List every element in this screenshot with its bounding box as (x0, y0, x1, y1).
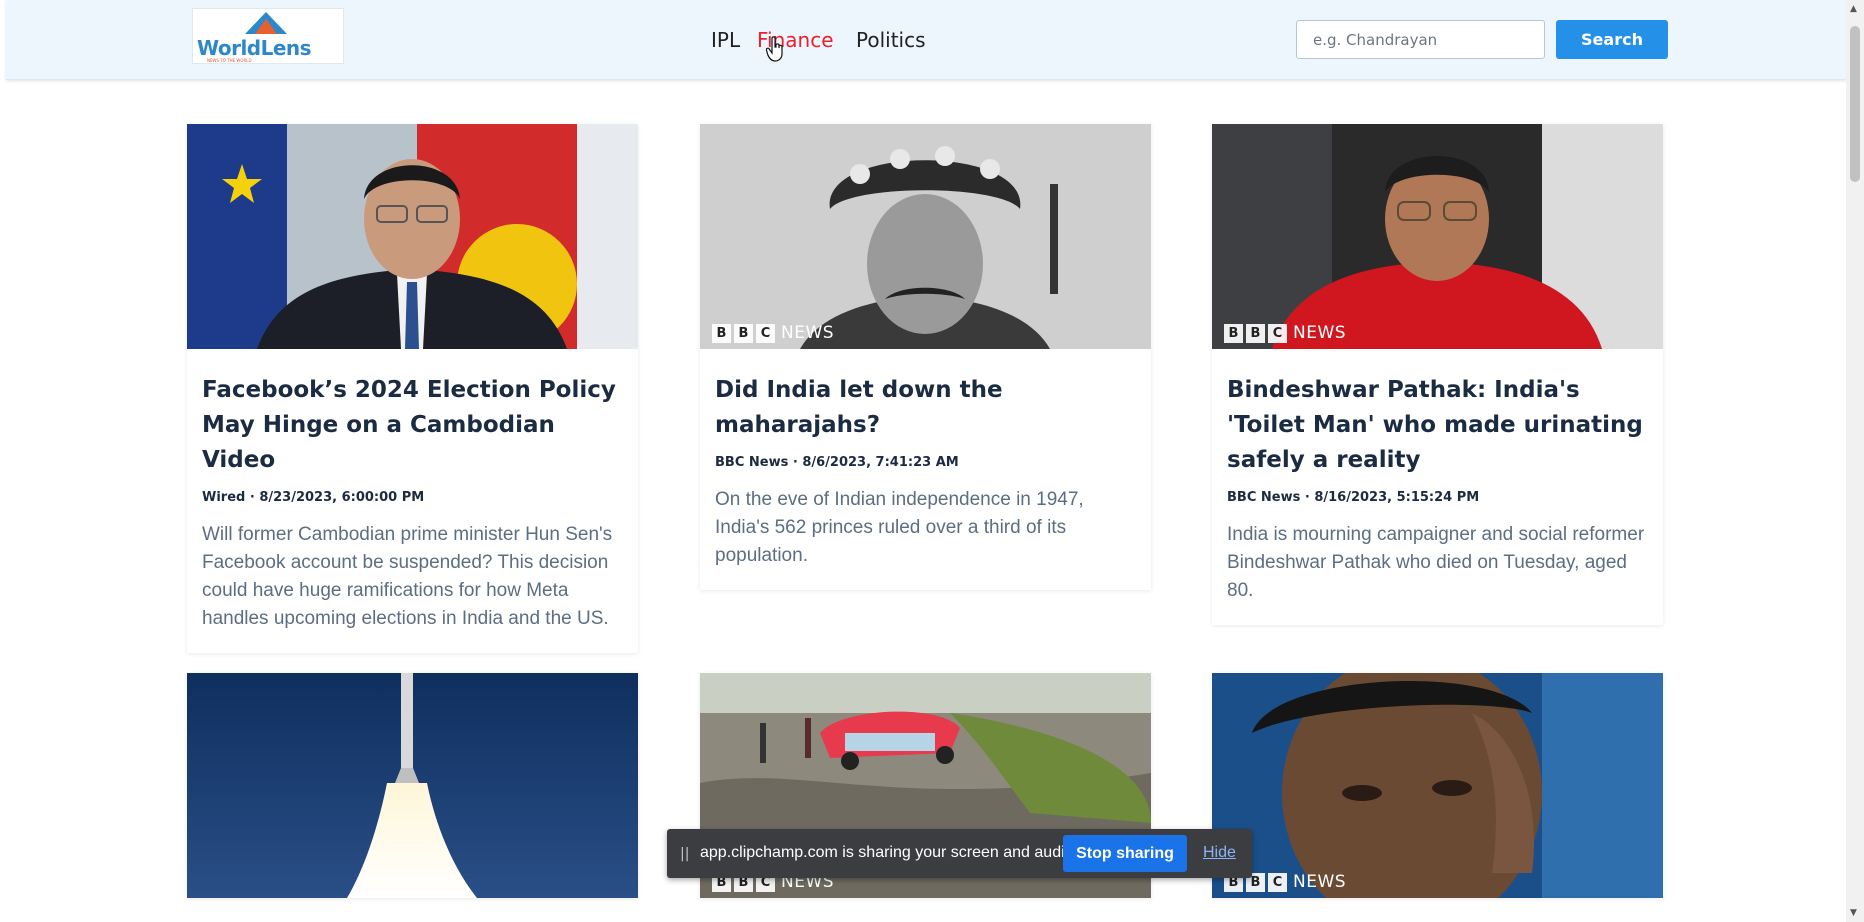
scrollbar[interactable]: ▲ ▼ (1846, 0, 1864, 922)
article-card[interactable]: B B C NEWS Bindeshwar Pathak: India's 'T… (1212, 124, 1663, 625)
scroll-thumb[interactable] (1850, 26, 1860, 182)
navbar: WorldLens NEWS TO THE WORLD IPL Finance … (6, 0, 1846, 80)
drag-handle-icon[interactable]: || (680, 846, 689, 862)
nav-politics[interactable]: Politics (856, 28, 926, 52)
article-card[interactable]: Facebook’s 2024 Election Policy May Hing… (187, 124, 638, 653)
stop-sharing-button[interactable]: Stop sharing (1063, 835, 1187, 872)
article-description: Will former Cambodian prime minister Hun… (202, 524, 613, 629)
article-image[interactable]: B B C NEWS (1212, 124, 1663, 349)
article-image[interactable]: B B C NEWS (700, 124, 1151, 349)
logo[interactable]: WorldLens NEWS TO THE WORLD (192, 8, 344, 64)
nav-ipl[interactable]: IPL (711, 28, 740, 52)
share-message: app.clipchamp.com is sharing your screen… (700, 844, 1078, 861)
search-button[interactable]: Search (1556, 20, 1668, 59)
scroll-down-icon[interactable]: ▼ (1850, 908, 1857, 918)
article-card[interactable]: B B C NEWS Did India let down the mahara… (700, 124, 1151, 590)
article-meta: BBC News · 8/16/2023, 5:15:24 PM (1227, 490, 1480, 505)
article-description: On the eve of Indian independence in 194… (715, 489, 1084, 566)
scroll-up-icon[interactable]: ▲ (1850, 4, 1857, 14)
article-image[interactable]: B B C NEWS (1212, 673, 1663, 898)
bbc-news-logo: B B C NEWS (712, 323, 834, 343)
article-card[interactable] (187, 673, 638, 898)
article-description: India is mourning campaigner and social … (1227, 524, 1645, 601)
article-image[interactable] (187, 673, 638, 898)
article-meta: BBC News · 8/6/2023, 7:41:23 AM (715, 455, 959, 470)
hide-link[interactable]: Hide (1203, 844, 1236, 862)
bbc-news-logo: B B C NEWS (1224, 323, 1346, 343)
logo-mountain-icon (245, 12, 287, 34)
screen-share-bar: || app.clipchamp.com is sharing your scr… (667, 829, 1252, 878)
article-title[interactable]: Facebook’s 2024 Election Policy May Hing… (202, 373, 623, 478)
article-title[interactable]: Did India let down the maharajahs? (715, 373, 1136, 443)
hand-cursor-icon (766, 36, 783, 62)
logo-tagline: NEWS TO THE WORLD (207, 58, 252, 63)
article-card[interactable]: B B C NEWS (1212, 673, 1663, 898)
article-image[interactable] (187, 124, 638, 349)
search-input[interactable] (1296, 20, 1545, 59)
article-title[interactable]: Bindeshwar Pathak: India's 'Toilet Man' … (1227, 373, 1648, 478)
logo-text: WorldLens (197, 36, 312, 60)
article-meta: Wired · 8/23/2023, 6:00:00 PM (202, 490, 425, 505)
page: WorldLens NEWS TO THE WORLD IPL Finance … (0, 0, 1864, 922)
